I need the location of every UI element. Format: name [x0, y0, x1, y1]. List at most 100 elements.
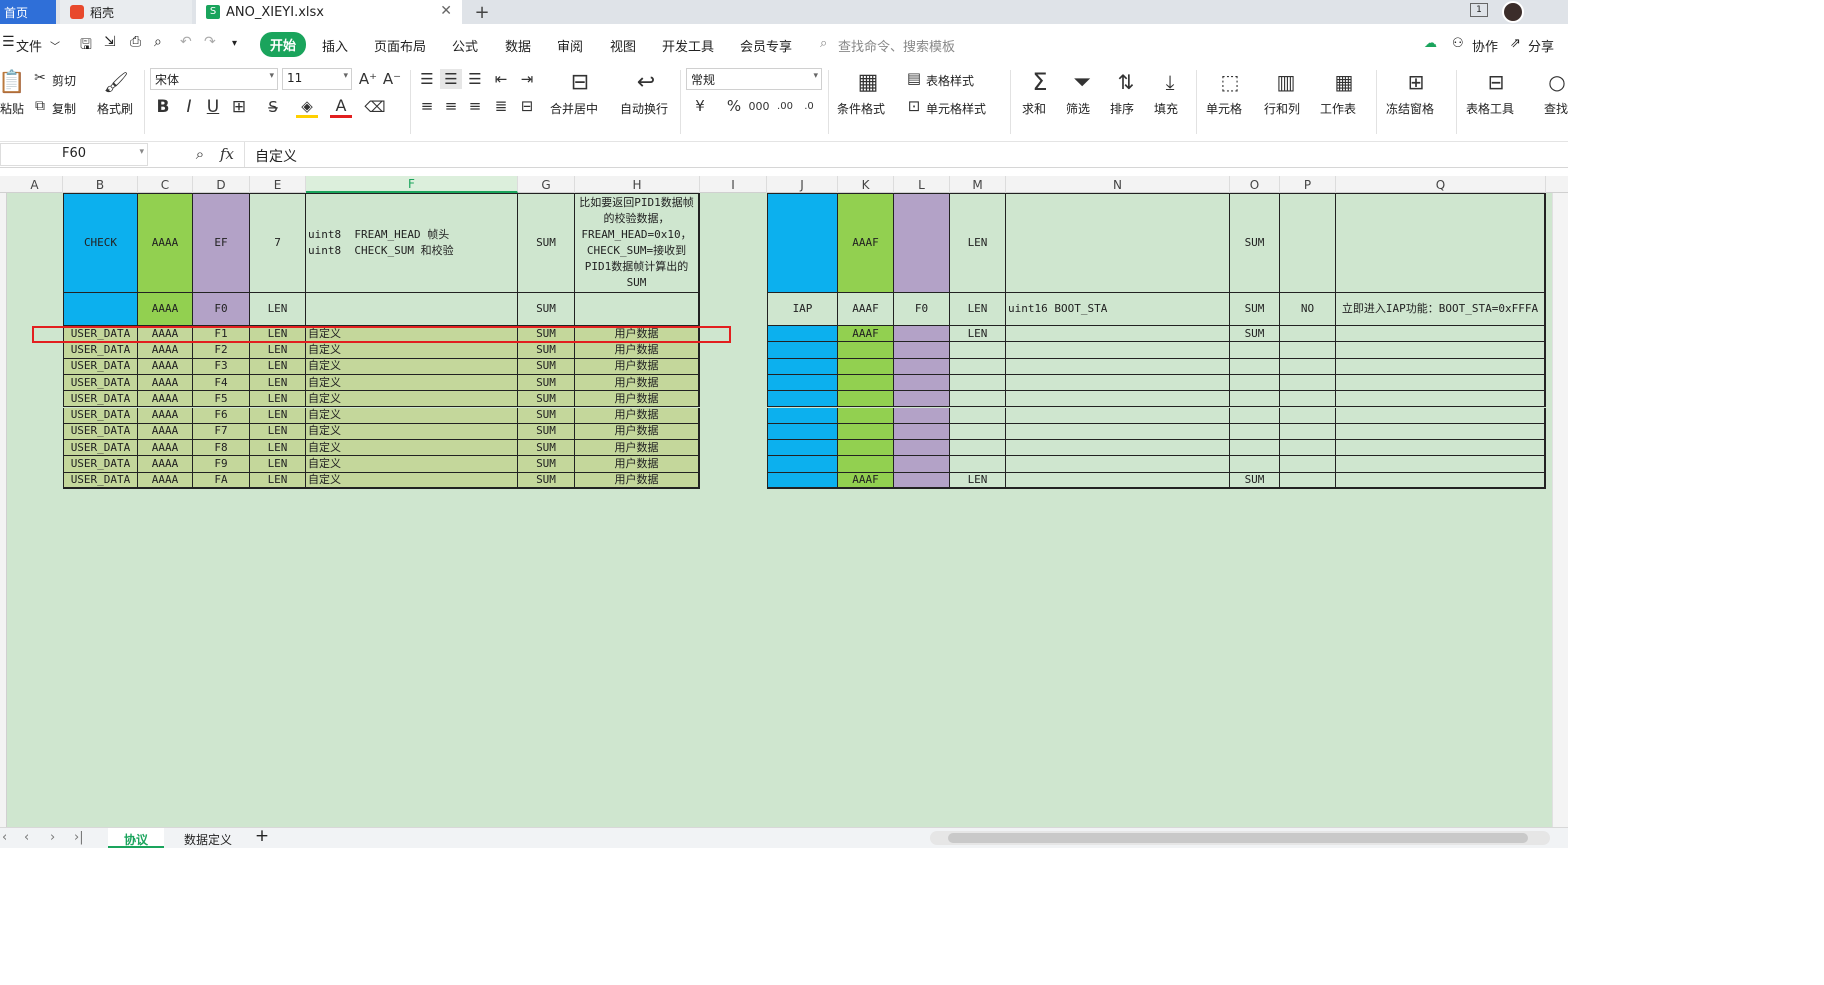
column-header-e[interactable]: E — [250, 176, 306, 193]
cell-q-row2[interactable] — [1336, 326, 1546, 343]
bold-icon[interactable]: B — [152, 96, 174, 118]
cell-j-row10[interactable] — [767, 456, 838, 473]
cell-n-row0[interactable] — [1006, 193, 1230, 293]
cell-l-row8[interactable] — [894, 423, 950, 441]
cell-m-row5[interactable] — [950, 374, 1006, 392]
align-left-icon[interactable]: ≡ — [416, 96, 438, 116]
cell-f-row10[interactable]: 自定义 — [306, 456, 518, 473]
cell-d-row8[interactable]: F7 — [193, 423, 250, 441]
sum-button[interactable]: 求和 — [1022, 100, 1046, 117]
cell-m-row9[interactable] — [950, 440, 1006, 457]
cells-button[interactable]: 单元格 — [1206, 100, 1242, 117]
cell-k-row2[interactable]: AAAF — [838, 326, 894, 343]
cell-b-row4[interactable]: USER_DATA — [63, 358, 138, 375]
border-icon[interactable]: ⊞ — [228, 96, 250, 118]
cell-p-row9[interactable] — [1280, 440, 1336, 457]
menu-review[interactable]: 审阅 — [557, 36, 583, 55]
menu-formula[interactable]: 公式 — [452, 36, 478, 55]
cell-j-row1[interactable]: IAP — [767, 293, 838, 326]
cell-q-row11[interactable] — [1336, 472, 1546, 489]
sheet-tab-data-def[interactable]: 数据定义 — [172, 828, 244, 848]
cell-e-row8[interactable]: LEN — [250, 423, 306, 441]
cell-f-row4[interactable]: 自定义 — [306, 358, 518, 375]
sheet-tab-protocol[interactable]: 协议 — [108, 828, 164, 848]
cell-p-row11[interactable] — [1280, 472, 1336, 489]
distribute-icon[interactable]: ⊟ — [516, 96, 538, 116]
column-header-n[interactable]: N — [1006, 176, 1230, 193]
cell-o-row10[interactable] — [1230, 456, 1280, 473]
cell-f-row5[interactable]: 自定义 — [306, 374, 518, 392]
cell-q-row9[interactable] — [1336, 440, 1546, 457]
menu-data[interactable]: 数据 — [505, 36, 531, 55]
menu-member[interactable]: 会员专享 — [740, 36, 792, 55]
cell-n-row1[interactable]: uint16 BOOT_STA — [1006, 293, 1230, 326]
cell-p-row4[interactable] — [1280, 358, 1336, 375]
cell-f-row7[interactable]: 自定义 — [306, 407, 518, 424]
cell-n-row10[interactable] — [1006, 456, 1230, 473]
cell-e-row3[interactable]: LEN — [250, 342, 306, 359]
merge-center-button[interactable]: 合并居中 — [550, 100, 598, 117]
close-icon[interactable]: ✕ — [440, 3, 452, 19]
italic-icon[interactable]: I — [178, 96, 200, 118]
cell-k-row5[interactable] — [838, 374, 894, 392]
cell-l-row11[interactable] — [894, 472, 950, 489]
paste-icon[interactable]: 📋 — [0, 68, 26, 96]
cell-n-row4[interactable] — [1006, 358, 1230, 375]
cell-l-row10[interactable] — [894, 456, 950, 473]
select-all-corner[interactable] — [0, 168, 1568, 176]
cell-d-row6[interactable]: F5 — [193, 391, 250, 408]
cell-q-row5[interactable] — [1336, 374, 1546, 392]
column-header-g[interactable]: G — [518, 176, 575, 193]
worksheet-grid[interactable]: CHECK AAAA EF 7 uint8 FREAM_HEAD 帧头 uint8 CH… — [0, 193, 1568, 827]
cell-b-row9[interactable]: USER_DATA — [63, 440, 138, 457]
font-grow-icon[interactable]: A⁺ — [358, 69, 378, 89]
cell-p-row6[interactable] — [1280, 391, 1336, 408]
cell-m-row7[interactable] — [950, 407, 1006, 424]
cell-h-row3[interactable]: 用户数据 — [575, 342, 700, 359]
cell-d-row11[interactable]: FA — [193, 472, 250, 489]
cell-g-row1[interactable]: SUM — [518, 293, 575, 326]
menu-view[interactable]: 视图 — [610, 36, 636, 55]
percent-icon[interactable]: % — [724, 96, 744, 116]
cell-d-row5[interactable]: F4 — [193, 374, 250, 392]
cell-m-row1[interactable]: LEN — [950, 293, 1006, 326]
cell-c-row0[interactable]: AAAA — [138, 193, 193, 293]
cell-q-row3[interactable] — [1336, 342, 1546, 359]
cell-n-row8[interactable] — [1006, 423, 1230, 441]
zoom-formula-icon[interactable]: ⌕ — [190, 144, 210, 164]
cell-c-row6[interactable]: AAAA — [138, 391, 193, 408]
cell-b-row5[interactable]: USER_DATA — [63, 374, 138, 392]
cell-b-row7[interactable]: USER_DATA — [63, 407, 138, 424]
cell-j-row4[interactable] — [767, 358, 838, 375]
cell-m-row6[interactable] — [950, 391, 1006, 408]
cell-p-row8[interactable] — [1280, 423, 1336, 441]
cell-d-row7[interactable]: F6 — [193, 407, 250, 424]
cell-g-row10[interactable]: SUM — [518, 456, 575, 473]
cell-b-row10[interactable]: USER_DATA — [63, 456, 138, 473]
cell-f-row0[interactable]: uint8 FREAM_HEAD 帧头 uint8 CHECK_SUM 和校验 — [306, 193, 518, 293]
cell-q-row4[interactable] — [1336, 358, 1546, 375]
menu-insert[interactable]: 插入 — [322, 36, 348, 55]
column-header-b[interactable]: B — [63, 176, 138, 193]
fx-icon[interactable]: fx — [216, 144, 238, 164]
cell-h-row5[interactable]: 用户数据 — [575, 374, 700, 392]
cell-n-row9[interactable] — [1006, 440, 1230, 457]
cell-style-button[interactable]: 单元格样式 — [926, 100, 986, 117]
print-icon[interactable]: ⎙ — [130, 34, 141, 50]
cell-o-row2[interactable]: SUM — [1230, 326, 1280, 343]
cell-e-row9[interactable]: LEN — [250, 440, 306, 457]
redo-icon[interactable]: ↷ — [204, 34, 216, 50]
cell-g-row6[interactable]: SUM — [518, 391, 575, 408]
cell-m-row0[interactable]: LEN — [950, 193, 1006, 293]
cell-f-row3[interactable]: 自定义 — [306, 342, 518, 359]
cell-q-row10[interactable] — [1336, 456, 1546, 473]
cell-k-row7[interactable] — [838, 407, 894, 424]
cell-n-row3[interactable] — [1006, 342, 1230, 359]
table-style-button[interactable]: 表格样式 — [926, 72, 974, 89]
cell-d-row9[interactable]: F8 — [193, 440, 250, 457]
decimal-decrease-icon[interactable]: .0 — [798, 96, 820, 116]
cell-h-row6[interactable]: 用户数据 — [575, 391, 700, 408]
column-header-i[interactable]: I — [700, 176, 767, 193]
cell-o-row8[interactable] — [1230, 423, 1280, 441]
cell-e-row6[interactable]: LEN — [250, 391, 306, 408]
